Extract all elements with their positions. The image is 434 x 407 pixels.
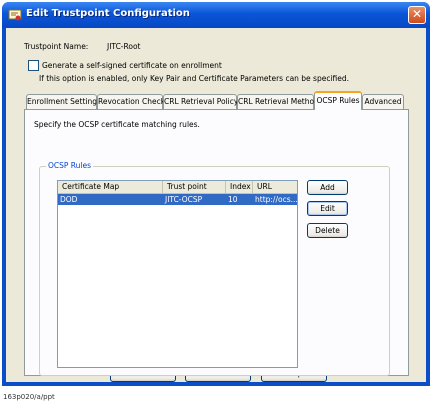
self-signed-checkbox[interactable]: [28, 60, 39, 71]
title-bar[interactable]: Edit Trustpoint Configuration ✕: [2, 2, 430, 28]
cell-url: http://ocs...: [255, 195, 297, 204]
column-header-certificate-map[interactable]: Certificate Map: [58, 181, 163, 194]
column-header-index[interactable]: Index: [226, 181, 253, 194]
ocsp-description: Specify the OCSP certificate matching ru…: [34, 120, 200, 129]
cell-trust-point: JITC-OCSP: [165, 195, 203, 204]
trustpoint-name-label: Trustpoint Name:: [24, 42, 89, 51]
figure-caption: 163p020/a/ppt: [3, 393, 55, 401]
window-title: Edit Trustpoint Configuration: [26, 8, 190, 19]
cell-certificate-map: DOD: [60, 195, 78, 204]
ocsp-rules-panel: Specify the OCSP certificate matching ru…: [24, 109, 409, 376]
edit-button[interactable]: Edit: [307, 201, 348, 216]
tab-advanced[interactable]: Advanced: [362, 94, 404, 109]
cell-index: 10: [228, 195, 238, 204]
ocsp-rules-table: Certificate Map Trust point Index URL DO…: [57, 180, 298, 368]
dialog-body: Trustpoint Name: JITC-Root Generate a se…: [6, 28, 426, 382]
close-icon: ✕: [411, 7, 423, 21]
tab-enrollment-settings[interactable]: Enrollment Settings: [26, 94, 101, 109]
column-header-url[interactable]: URL: [253, 181, 297, 194]
self-signed-hint: If this option is enabled, only Key Pair…: [39, 74, 350, 83]
delete-button[interactable]: Delete: [307, 223, 348, 238]
tab-crl-retrieval-policy[interactable]: CRL Retrieval Policy: [163, 94, 238, 109]
trustpoint-name-value: JITC-Root: [107, 42, 141, 51]
tab-crl-retrieval-method[interactable]: CRL Retrieval Method: [237, 94, 319, 109]
add-button[interactable]: Add: [307, 180, 348, 195]
table-row[interactable]: DOD JITC-OCSP 10 http://ocs...: [58, 194, 297, 205]
certificate-icon: [8, 9, 22, 21]
tab-revocation-check[interactable]: Revocation Check: [97, 94, 165, 109]
close-button[interactable]: ✕: [408, 6, 426, 24]
tab-ocsp-rules[interactable]: OCSP Rules: [314, 91, 362, 110]
ocsp-rules-group: OCSP Rules Certificate Map Trust point I…: [39, 161, 390, 376]
self-signed-label[interactable]: Generate a self-signed certificate on en…: [42, 61, 222, 70]
ocsp-rules-group-title: OCSP Rules: [46, 161, 94, 170]
dialog-window: Edit Trustpoint Configuration ✕ Trustpoi…: [2, 2, 430, 386]
column-header-trust-point[interactable]: Trust point: [163, 181, 226, 194]
